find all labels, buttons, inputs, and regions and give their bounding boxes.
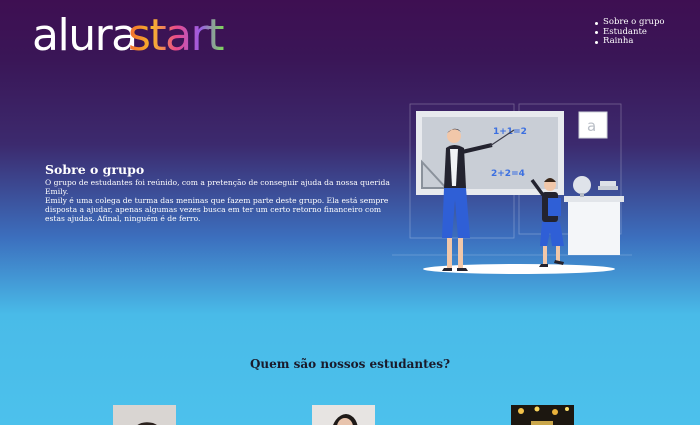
teacher-illustration: 1+1=2 2+2=4 a: [392, 103, 632, 274]
board-text-2: 2+2=4: [491, 169, 525, 179]
students-section-title: Quem são nossos estudantes?: [249, 357, 451, 371]
nav-item-rainha[interactable]: Rainha: [594, 36, 665, 47]
about-paragraph-1: O grupo de estudantes foi reúnido, com a…: [45, 178, 390, 196]
alurastart-logo[interactable]: alura start: [32, 14, 242, 56]
frame-letter: a: [587, 117, 596, 135]
student-photo-3[interactable]: [511, 405, 574, 425]
student-photo-2[interactable]: [312, 405, 375, 425]
about-title: Sobre o grupo: [45, 162, 145, 177]
about-section: Sobre o grupo O grupo de estudantes foi …: [45, 162, 395, 224]
main-nav: Sobre o grupo Estudante Rainha: [594, 17, 665, 47]
student-photo-1[interactable]: [113, 405, 176, 425]
logo-start-text: start: [128, 14, 224, 56]
logo-alura-text: alura: [32, 14, 137, 56]
about-paragraph-2: Emily é uma colega de turma das meninas …: [45, 196, 389, 223]
